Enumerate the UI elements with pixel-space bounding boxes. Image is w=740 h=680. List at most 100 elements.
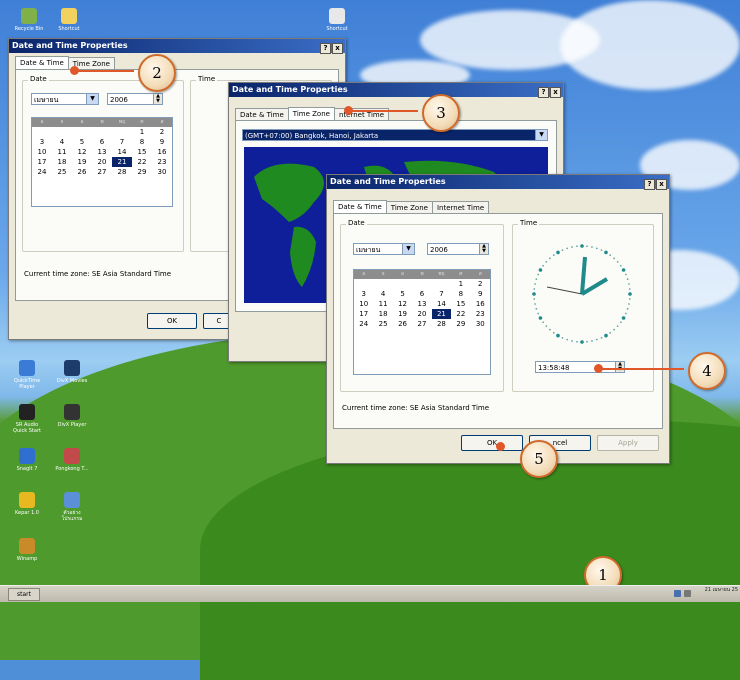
calendar-day[interactable]: 30: [471, 319, 490, 329]
desktop-icon-program[interactable]: ตัวอย่างโปรแกรม: [55, 492, 89, 522]
calendar-day[interactable]: 21: [112, 157, 132, 167]
calendar-day[interactable]: 20: [92, 157, 112, 167]
desktop-icon-pongkong[interactable]: Pongkong T...: [55, 448, 89, 472]
spinner-arrows-icon[interactable]: ▲▼: [153, 94, 162, 104]
desktop-icon-recycle-bin[interactable]: Recycle Bin: [12, 8, 46, 32]
help-button[interactable]: ?: [320, 43, 331, 54]
ok-button[interactable]: OK: [461, 435, 523, 451]
calendar-day[interactable]: 13: [412, 299, 431, 309]
desktop-icon-kepar[interactable]: Kepar 1.0: [10, 492, 44, 516]
month-dropdown[interactable]: เมษายน ▼: [353, 243, 415, 255]
calendar-day[interactable]: 10: [32, 147, 52, 157]
tab-date-time[interactable]: Date & Time: [15, 56, 69, 70]
tray-network-icon[interactable]: [674, 590, 681, 597]
calendar-day[interactable]: 29: [132, 167, 152, 177]
calendar-day[interactable]: 30: [152, 167, 172, 177]
calendar-days[interactable]: 1 2 3 4 5 6 7 8 9 10 11 12 13 14 15 16 17 18 19 20 21 22 23 24 2…: [32, 127, 172, 177]
window-titlebar[interactable]: Date and Time Properties ? x: [229, 83, 563, 98]
calendar-day[interactable]: 9: [152, 137, 172, 147]
start-button[interactable]: start: [8, 588, 40, 601]
desktop-icon-shortcut[interactable]: Shortcut: [320, 8, 354, 32]
calendar-day[interactable]: 16: [471, 299, 490, 309]
calendar-day[interactable]: 22: [132, 157, 152, 167]
desktop-icon-divx-player[interactable]: DivX Player: [55, 404, 89, 428]
desktop-icon-sr-audio[interactable]: SR Audio Quick Start: [10, 404, 44, 434]
calendar-day[interactable]: 12: [393, 299, 412, 309]
calendar-day[interactable]: 21: [431, 309, 452, 319]
calendar[interactable]: อจอพพฤศส 1 2 3 4 5 6 7 8 9 10 11 12 13 14 15 16 17 18 19 20…: [31, 117, 173, 207]
year-spinner[interactable]: 2006 ▲ ▼: [427, 243, 489, 255]
help-button[interactable]: ?: [538, 87, 549, 98]
calendar-day[interactable]: 1: [132, 127, 152, 137]
calendar-day[interactable]: 8: [451, 289, 470, 299]
calendar-day[interactable]: 14: [432, 299, 451, 309]
calendar-day[interactable]: 3: [32, 137, 52, 147]
calendar-day[interactable]: 27: [412, 319, 431, 329]
desktop-icon-divx-movies[interactable]: DivX Movies: [55, 360, 89, 384]
calendar-day[interactable]: 15: [451, 299, 470, 309]
desktop-icon-quicktime[interactable]: QuickTime Player: [10, 360, 44, 390]
calendar-day[interactable]: 25: [373, 319, 392, 329]
window-titlebar[interactable]: Date and Time Properties ? x: [9, 39, 345, 54]
calendar-day[interactable]: 26: [72, 167, 92, 177]
calendar-day[interactable]: 8: [132, 137, 152, 147]
calendar-day[interactable]: 23: [471, 309, 490, 319]
tray-volume-icon[interactable]: [684, 590, 691, 597]
calendar-day[interactable]: 6: [412, 289, 431, 299]
calendar-day[interactable]: 17: [354, 309, 373, 319]
desktop-icon-winamp[interactable]: Winamp: [10, 538, 44, 562]
calendar-day[interactable]: 15: [132, 147, 152, 157]
calendar-day[interactable]: 3: [354, 289, 373, 299]
calendar-day[interactable]: 7: [432, 289, 451, 299]
calendar-day[interactable]: 23: [152, 157, 172, 167]
calendar-days[interactable]: 1 2 3 4 5 6 7 8 9 10 11 12 13 14 15 16 17 18 19 20 21 22 23 24 2…: [354, 279, 490, 329]
calendar-day[interactable]: 22: [451, 309, 470, 319]
timezone-dropdown[interactable]: (GMT+07:00) Bangkok, Hanoi, Jakarta ▼: [242, 129, 548, 141]
calendar-day[interactable]: 11: [52, 147, 72, 157]
calendar[interactable]: อจอพพฤศส 1 2 3 4 5 6 7 8 9 10 11 12 13 14 15 16 17 18 19 20…: [353, 269, 491, 375]
tab-date-time[interactable]: Date & Time: [333, 200, 387, 214]
apply-button[interactable]: Apply: [597, 435, 659, 451]
calendar-day[interactable]: 4: [52, 137, 72, 147]
calendar-day[interactable]: 16: [152, 147, 172, 157]
calendar-day[interactable]: 19: [72, 157, 92, 167]
calendar-day[interactable]: 24: [354, 319, 373, 329]
calendar-day[interactable]: 18: [52, 157, 72, 167]
calendar-day[interactable]: 2: [152, 127, 172, 137]
calendar-day[interactable]: 24: [32, 167, 52, 177]
tray-clock[interactable]: 21 เมษายน 25: [705, 586, 738, 594]
spinner-arrows-icon[interactable]: ▲▼: [615, 362, 624, 372]
help-button[interactable]: ?: [644, 179, 655, 190]
calendar-day[interactable]: 26: [393, 319, 412, 329]
calendar-day[interactable]: 13: [92, 147, 112, 157]
calendar-day[interactable]: 5: [72, 137, 92, 147]
desktop-icon-snagit[interactable]: SnagIt 7: [10, 448, 44, 472]
calendar-day[interactable]: 28: [432, 319, 451, 329]
calendar-day[interactable]: 7: [112, 137, 132, 147]
ok-button-back[interactable]: OK: [147, 313, 197, 329]
time-spinner[interactable]: 13:58:48 ▲▼: [535, 361, 625, 373]
calendar-day[interactable]: 28: [112, 167, 132, 177]
close-button[interactable]: x: [550, 87, 561, 98]
calendar-day[interactable]: 25: [52, 167, 72, 177]
calendar-day[interactable]: 27: [92, 167, 112, 177]
window-titlebar[interactable]: Date and Time Properties ? x: [327, 175, 669, 190]
tab-time-zone[interactable]: Time Zone: [287, 107, 335, 121]
close-button[interactable]: x: [332, 43, 343, 54]
spinner-arrows-icon[interactable]: ▲▼: [479, 244, 488, 254]
calendar-day[interactable]: 11: [373, 299, 392, 309]
calendar-day[interactable]: 14: [112, 147, 132, 157]
calendar-day[interactable]: 20: [412, 309, 431, 319]
calendar-day[interactable]: 2: [471, 279, 490, 289]
calendar-day[interactable]: 1: [451, 279, 470, 289]
month-dropdown[interactable]: เมษายน ▼: [31, 93, 99, 105]
calendar-day[interactable]: 9: [471, 289, 490, 299]
close-button[interactable]: x: [656, 179, 667, 190]
calendar-day[interactable]: 17: [32, 157, 52, 167]
calendar-day[interactable]: 29: [451, 319, 470, 329]
desktop-icon-folder[interactable]: Shortcut: [52, 8, 86, 32]
year-spinner[interactable]: 2006 ▲ ▼: [107, 93, 163, 105]
calendar-day[interactable]: 6: [92, 137, 112, 147]
calendar-day[interactable]: 19: [393, 309, 412, 319]
calendar-day[interactable]: 10: [354, 299, 373, 309]
